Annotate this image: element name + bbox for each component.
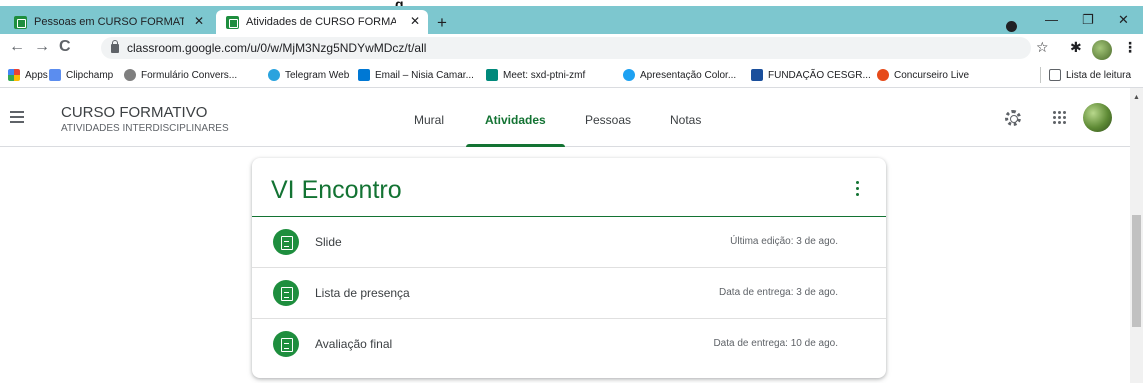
assignment-icon	[273, 229, 299, 255]
bookmark-concurseiro[interactable]: Concurseiro Live	[877, 69, 969, 81]
close-tab-icon[interactable]: ✕	[410, 14, 420, 28]
back-icon[interactable]: ←	[9, 38, 25, 56]
concurseiro-icon	[877, 69, 889, 81]
telegram-icon	[268, 69, 280, 81]
course-name[interactable]: CURSO FORMATIVO	[61, 104, 207, 121]
scrollbar-thumb[interactable]	[1132, 215, 1141, 327]
bookmark-clipchamp[interactable]: Clipchamp	[49, 69, 113, 81]
topic-title: VI Encontro	[271, 176, 402, 204]
list-item[interactable]: Avaliação final Data de entrega: 10 de a…	[252, 319, 886, 370]
forward-icon[interactable]: →	[34, 38, 50, 56]
tab-notas[interactable]: Notas	[670, 113, 701, 127]
item-name: Slide	[315, 235, 342, 249]
bookmark-email[interactable]: Email – Nisia Camar...	[358, 69, 474, 81]
outlook-icon	[358, 69, 370, 81]
lock-icon	[111, 39, 119, 53]
browser-toolbar: ← → C classroom.google.com/u/0/w/MjM3Nzg…	[0, 34, 1143, 62]
bookmark-apresentacao[interactable]: Apresentação Color...	[623, 69, 736, 81]
bookmark-cesgranrio[interactable]: FUNDAÇÃO CESGR...	[751, 69, 871, 81]
item-name: Avaliação final	[315, 337, 393, 351]
bookmark-formulario[interactable]: Formulário Convers...	[124, 69, 237, 81]
item-meta: Última edição: 3 de ago.	[730, 236, 838, 247]
bookmark-apps[interactable]: Apps	[8, 69, 48, 81]
active-tab-indicator	[466, 144, 565, 147]
list-item[interactable]: Lista de presença Data de entrega: 3 de …	[252, 268, 886, 319]
tab-atividades[interactable]: Atividades	[485, 113, 546, 127]
classroom-favicon-icon	[226, 15, 239, 29]
browser-profile-avatar[interactable]	[1092, 40, 1112, 60]
bookmark-meet[interactable]: Meet: sxd-ptni-zmf	[486, 69, 585, 81]
item-meta: Data de entrega: 3 de ago.	[719, 287, 838, 298]
classroom-favicon-icon	[14, 15, 27, 29]
browser-tab-atividades[interactable]: Atividades de CURSO FORMATIVO ✕	[216, 10, 428, 34]
assignment-icon	[273, 331, 299, 357]
google-apps-icon[interactable]	[1053, 111, 1067, 125]
url-text: classroom.google.com/u/0/w/MjM3Nzg5NDYwM…	[127, 41, 427, 55]
scroll-up-arrow-icon[interactable]: ▲	[1133, 94, 1140, 101]
extensions-icon[interactable]: ✱	[1070, 39, 1082, 56]
main-menu-icon[interactable]	[10, 111, 24, 123]
settings-gear-icon[interactable]	[1005, 110, 1021, 126]
bookmarks-bar: Apps Clipchamp Formulário Convers... Tel…	[0, 62, 1143, 88]
reload-icon[interactable]: C	[59, 38, 71, 56]
close-window-icon[interactable]: ✕	[1118, 12, 1129, 28]
bookmark-star-icon[interactable]: ☆	[1036, 39, 1049, 56]
list-item[interactable]: Slide Última edição: 3 de ago.	[252, 217, 886, 268]
account-avatar[interactable]	[1083, 103, 1112, 132]
item-name: Lista de presença	[315, 286, 410, 300]
classroom-header: CURSO FORMATIVO ATIVIDADES INTERDISCIPLI…	[0, 88, 1130, 147]
bookmark-telegram[interactable]: Telegram Web	[268, 69, 349, 81]
address-bar[interactable]: classroom.google.com/u/0/w/MjM3Nzg5NDYwM…	[101, 37, 1031, 59]
new-tab-button[interactable]: +	[437, 13, 447, 33]
restore-icon[interactable]: ❐	[1082, 12, 1094, 28]
clipchamp-icon	[49, 69, 61, 81]
tab-mural[interactable]: Mural	[414, 113, 444, 127]
assignment-icon	[273, 280, 299, 306]
apps-grid-icon	[8, 69, 20, 81]
tab-title: Atividades de CURSO FORMATIVO	[246, 16, 396, 28]
minimize-icon[interactable]: —	[1045, 12, 1058, 27]
cesgranrio-icon	[751, 69, 763, 81]
topic-card: VI Encontro Slide Última edição: 3 de ag…	[252, 158, 886, 378]
bookmarks-separator	[1040, 67, 1041, 83]
browser-tab-pessoas[interactable]: Pessoas em CURSO FORMATIVO ✕	[4, 10, 212, 34]
close-tab-icon[interactable]: ✕	[194, 14, 204, 28]
tab-title: Pessoas em CURSO FORMATIVO	[34, 16, 184, 28]
profile-indicator-icon[interactable]	[1006, 21, 1017, 32]
browser-tab-bar: Pessoas em CURSO FORMATIVO ✕ Atividades …	[0, 6, 1143, 34]
item-meta: Data de entrega: 10 de ago.	[713, 338, 838, 349]
canva-icon	[623, 69, 635, 81]
reading-list-icon	[1049, 69, 1061, 81]
tab-pessoas[interactable]: Pessoas	[585, 113, 631, 127]
topic-more-options-icon[interactable]	[856, 181, 860, 197]
course-section: ATIVIDADES INTERDISCIPLINARES	[61, 123, 229, 134]
page-scrollbar[interactable]: ▲	[1130, 88, 1143, 383]
reading-list-button[interactable]: Lista de leitura	[1049, 69, 1131, 81]
meet-icon	[486, 69, 498, 81]
form-icon	[124, 69, 136, 81]
browser-menu-icon[interactable]: ⋮	[1123, 39, 1137, 56]
